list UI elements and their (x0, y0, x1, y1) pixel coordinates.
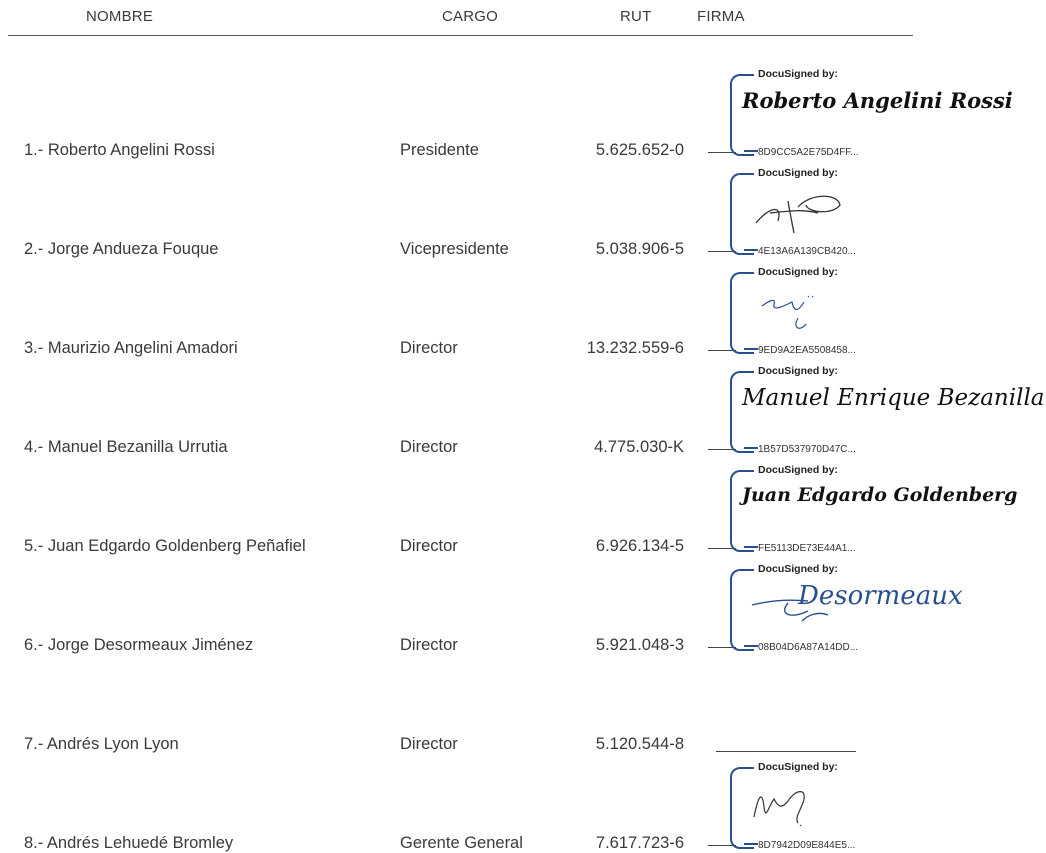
docusign-stamp: DocuSigned by: Roberto Angelini Rossi 8D… (708, 68, 1046, 158)
signatory-rut: 4.775.030-K (594, 438, 684, 456)
signatory-cargo: Director (400, 735, 458, 753)
docusign-stamp: DocuSigned by: Juan Edgardo Goldenberg F… (708, 464, 1046, 554)
signatory-cargo: Director (400, 438, 458, 456)
signature-text: Manuel Enrique Bezanilla (742, 385, 1045, 411)
signatory-row: 8.- Andrés Lehuedé Bromley Gerente Gener… (0, 753, 1046, 853)
signatory-name: 3.- Maurizio Angelini Amadori (24, 339, 238, 357)
signatory-name: 8.- Andrés Lehuedé Bromley (24, 834, 234, 852)
header-firma: FIRMA (697, 8, 745, 25)
signatory-row: 2.- Jorge Andueza Fouque Vicepresidente … (0, 159, 1046, 259)
signatory-row: 3.- Maurizio Angelini Amadori Director 1… (0, 258, 1046, 358)
signature-text: Juan Edgardo Goldenberg (742, 484, 1018, 506)
handwritten-signature-icon (761, 295, 814, 329)
signatory-name: 4.- Manuel Bezanilla Urrutia (24, 438, 228, 456)
signatory-rut: 5.038.906-5 (595, 240, 684, 258)
docusigned-by-label: DocuSigned by: (758, 68, 838, 80)
signatory-rut: 7.617.723-6 (595, 834, 684, 852)
docusign-stamp: DocuSigned by: 9ED9A2EA5508458... (708, 266, 1046, 356)
docusign-stamp: DocuSigned by: Manuel Enrique Bezanilla … (708, 365, 1046, 455)
signatory-row: 1.- Roberto Angelini Rossi Presidente 5.… (0, 60, 1046, 160)
signatory-rut: 5.120.544-8 (595, 735, 684, 753)
signatory-name: 7.- Andrés Lyon Lyon (24, 735, 179, 753)
signatory-row: 6.- Jorge Desormeaux Jiménez Director 5.… (0, 555, 1046, 655)
handwritten-signature-icon (755, 195, 841, 234)
signature-text: Roberto Angelini Rossi (742, 88, 1013, 113)
signatory-cargo: Director (400, 537, 458, 555)
docusign-bracket (730, 470, 754, 552)
envelope-code: 8D7942D09E844E5... (758, 840, 856, 851)
envelope-code: 8D9CC5A2E75D4FF... (758, 147, 859, 158)
header-nombre: NOMBRE (86, 8, 154, 25)
header-cargo: CARGO (442, 8, 499, 25)
docusigned-by-label: DocuSigned by: (758, 761, 838, 773)
docusigned-by-label: DocuSigned by: (758, 563, 838, 575)
signatory-row: 7.- Andrés Lyon Lyon Director 5.120.544-… (0, 654, 1046, 754)
signatory-name: 2.- Jorge Andueza Fouque (24, 240, 219, 258)
signatory-rut: 5.921.048-3 (595, 636, 684, 654)
signatory-row: 5.- Juan Edgardo Goldenberg Peñafiel Dir… (0, 456, 1046, 556)
signatory-name: 5.- Juan Edgardo Goldenberg Peñafiel (24, 537, 306, 555)
signatory-cargo: Director (400, 339, 458, 357)
signatory-rut: 5.625.652-0 (595, 141, 684, 159)
signatory-rut: 13.232.559-6 (586, 339, 684, 357)
signatory-cargo: Director (400, 636, 458, 654)
signatory-cargo: Gerente General (400, 834, 523, 852)
docusign-bracket (730, 371, 754, 453)
signatory-cargo: Vicepresidente (400, 240, 509, 258)
envelope-code: FE5113DE73E44A1... (758, 543, 856, 554)
docusigned-by-label: DocuSigned by: (758, 464, 838, 476)
envelope-code: 1B57D537970D47C... (758, 444, 856, 455)
signatory-row: 4.- Manuel Bezanilla Urrutia Director 4.… (0, 357, 1046, 457)
docusign-stamp: DocuSigned by: 4E13A6A139CB420... (708, 167, 1046, 257)
envelope-code: 9ED9A2EA5508458... (758, 345, 856, 356)
docusigned-by-label: DocuSigned by: (758, 266, 838, 278)
header-divider (8, 35, 913, 36)
docusign-stamp: DocuSigned by: 8D7942D09E844E5... (708, 761, 1046, 851)
header-rut: RUT (620, 8, 652, 25)
docusign-stamp: DocuSigned by: Desormeaux 08B04D6A87A14D… (708, 563, 1046, 653)
signatory-name: 6.- Jorge Desormeaux Jiménez (24, 636, 254, 654)
empty-signature-line (716, 751, 856, 752)
handwritten-signature-icon (753, 791, 805, 827)
signatory-name: 1.- Roberto Angelini Rossi (24, 141, 215, 159)
envelope-code: 08B04D6A87A14DD... (758, 642, 859, 653)
signature-text: Desormeaux (798, 581, 963, 611)
envelope-code: 4E13A6A139CB420... (758, 246, 856, 257)
docusigned-by-label: DocuSigned by: (758, 167, 838, 179)
docusigned-by-label: DocuSigned by: (758, 365, 838, 377)
signatory-rut: 6.926.134-5 (595, 537, 684, 555)
signatory-cargo: Presidente (400, 141, 479, 159)
docusign-bracket (730, 74, 754, 156)
